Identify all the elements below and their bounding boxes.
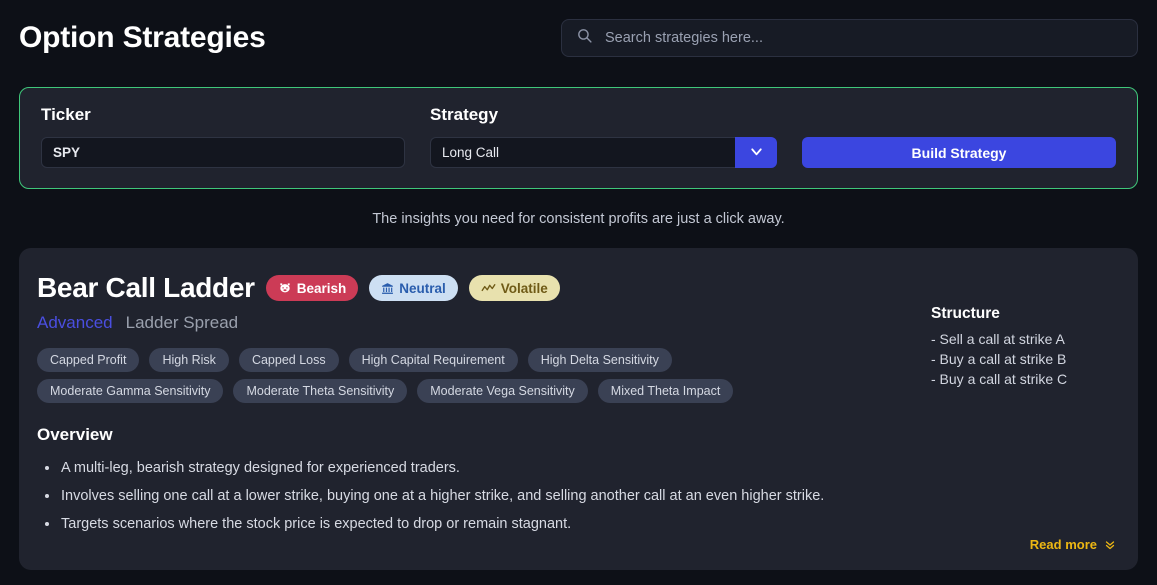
search-bar[interactable] xyxy=(561,19,1138,57)
strategy-tag: Moderate Theta Sensitivity xyxy=(233,379,408,403)
strategy-tag-list: Capped Profit High Risk Capped Loss High… xyxy=(37,348,737,403)
structure-heading: Structure xyxy=(931,305,1000,322)
page-header: Option Strategies xyxy=(19,0,1138,68)
search-input[interactable] xyxy=(605,30,1123,46)
ticker-field-group: Ticker xyxy=(41,105,405,168)
strategy-card-main: Bear Call Ladder Bearish Neutral Volatil… xyxy=(37,272,911,538)
strategy-subtitle-row: Advanced Ladder Spread xyxy=(37,313,911,333)
strategy-tag: High Delta Sensitivity xyxy=(527,348,672,372)
strategy-tag: Moderate Gamma Sensitivity xyxy=(37,379,224,403)
strategy-tag: High Risk xyxy=(149,348,229,372)
strategy-card: Bear Call Ladder Bearish Neutral Volatil… xyxy=(19,248,1138,570)
wave-chart-icon xyxy=(481,281,496,296)
double-chevron-down-icon xyxy=(1104,539,1116,551)
overview-item: A multi-leg, bearish strategy designed f… xyxy=(37,454,911,482)
strategy-level[interactable]: Advanced xyxy=(37,313,113,333)
page-title: Option Strategies xyxy=(19,21,266,54)
status-badge-bearish-label: Bearish xyxy=(296,280,347,296)
strategy-tag: Capped Profit xyxy=(37,348,140,372)
strategy-family: Ladder Spread xyxy=(125,313,239,332)
structure-line: - Buy a call at strike B xyxy=(931,351,1067,367)
structure-section: Structure - Sell a call at strike A - Bu… xyxy=(931,272,1116,538)
bear-face-icon xyxy=(278,281,292,295)
chevron-down-icon xyxy=(748,143,765,163)
read-more-label: Read more xyxy=(1029,537,1097,552)
ticker-label: Ticker xyxy=(41,105,91,124)
strategy-tag: Mixed Theta Impact xyxy=(597,379,734,403)
app-root: Option Strategies Ticker Strategy Long C… xyxy=(0,0,1157,585)
overview-item: Targets scenarios where the stock price … xyxy=(37,510,911,538)
strategy-builder-panel: Ticker Strategy Long Call Build Strategy xyxy=(19,87,1138,189)
strategy-name: Bear Call Ladder xyxy=(37,272,255,303)
strategy-select-value[interactable]: Long Call xyxy=(430,137,735,168)
status-badge-neutral-label: Neutral xyxy=(399,280,446,296)
ticker-input[interactable] xyxy=(41,137,405,168)
strategy-label: Strategy xyxy=(430,105,499,124)
overview-heading: Overview xyxy=(37,425,113,444)
status-badge-volatile: Volatile xyxy=(468,275,560,301)
status-badge-bearish: Bearish xyxy=(265,275,359,301)
tagline-text: The insights you need for consistent pro… xyxy=(372,211,785,227)
strategy-field-group: Strategy Long Call xyxy=(430,105,777,168)
strategy-select[interactable]: Long Call xyxy=(430,137,777,168)
overview-list: A multi-leg, bearish strategy designed f… xyxy=(37,454,911,538)
build-strategy-button[interactable]: Build Strategy xyxy=(802,137,1116,168)
strategy-tag: Capped Loss xyxy=(238,348,339,372)
structure-line: - Sell a call at strike A xyxy=(931,331,1065,347)
overview-item: Involves selling one call at a lower str… xyxy=(37,482,911,510)
strategy-title-row: Bear Call Ladder Bearish Neutral Volatil… xyxy=(37,272,911,304)
strategy-tag: Moderate Vega Sensitivity xyxy=(417,379,588,403)
strategy-dropdown-button[interactable] xyxy=(735,137,777,168)
structure-line: - Buy a call at strike C xyxy=(931,371,1068,387)
strategy-tag: High Capital Requirement xyxy=(348,348,518,372)
search-icon xyxy=(576,27,593,49)
status-badge-volatile-label: Volatile xyxy=(500,280,548,296)
status-badge-neutral: Neutral xyxy=(369,275,458,301)
bank-icon xyxy=(381,282,394,295)
read-more-button[interactable]: Read more xyxy=(1030,537,1116,552)
